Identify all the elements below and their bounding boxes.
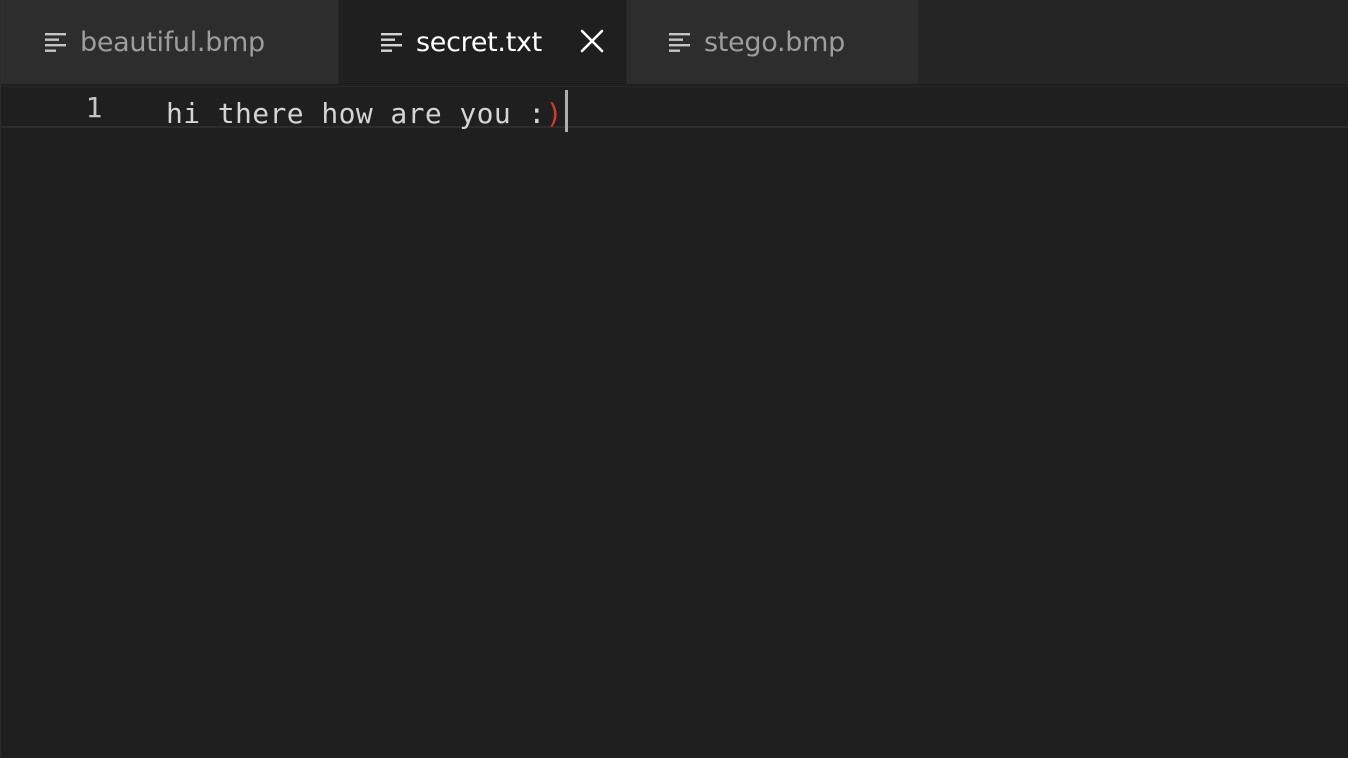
- tab-bar: beautiful.bmp secret.txt stego.bmp: [1, 0, 1348, 84]
- tab-secret-txt[interactable]: secret.txt: [339, 0, 627, 84]
- text-cursor: [564, 90, 568, 132]
- line-text: hi there how are you :: [166, 97, 546, 130]
- tab-bar-empty-space: [919, 0, 1348, 84]
- file-lines-icon: [45, 33, 66, 52]
- tab-label: beautiful.bmp: [80, 26, 265, 58]
- tab-label: secret.txt: [416, 26, 542, 58]
- tab-label: stego.bmp: [704, 26, 845, 58]
- text-editor-area[interactable]: 1 hi there how are you :): [1, 84, 1348, 758]
- line-number: 1: [85, 91, 103, 124]
- editor-window: beautiful.bmp secret.txt stego.bmp 1 hi …: [0, 0, 1348, 758]
- bracket-text: ): [545, 97, 563, 130]
- code-line[interactable]: hi there how are you :): [166, 90, 568, 132]
- tab-beautiful-bmp[interactable]: beautiful.bmp: [1, 0, 339, 84]
- file-lines-icon: [669, 33, 690, 52]
- close-icon[interactable]: [579, 28, 605, 54]
- tab-stego-bmp[interactable]: stego.bmp: [627, 0, 919, 84]
- file-lines-icon: [381, 33, 402, 52]
